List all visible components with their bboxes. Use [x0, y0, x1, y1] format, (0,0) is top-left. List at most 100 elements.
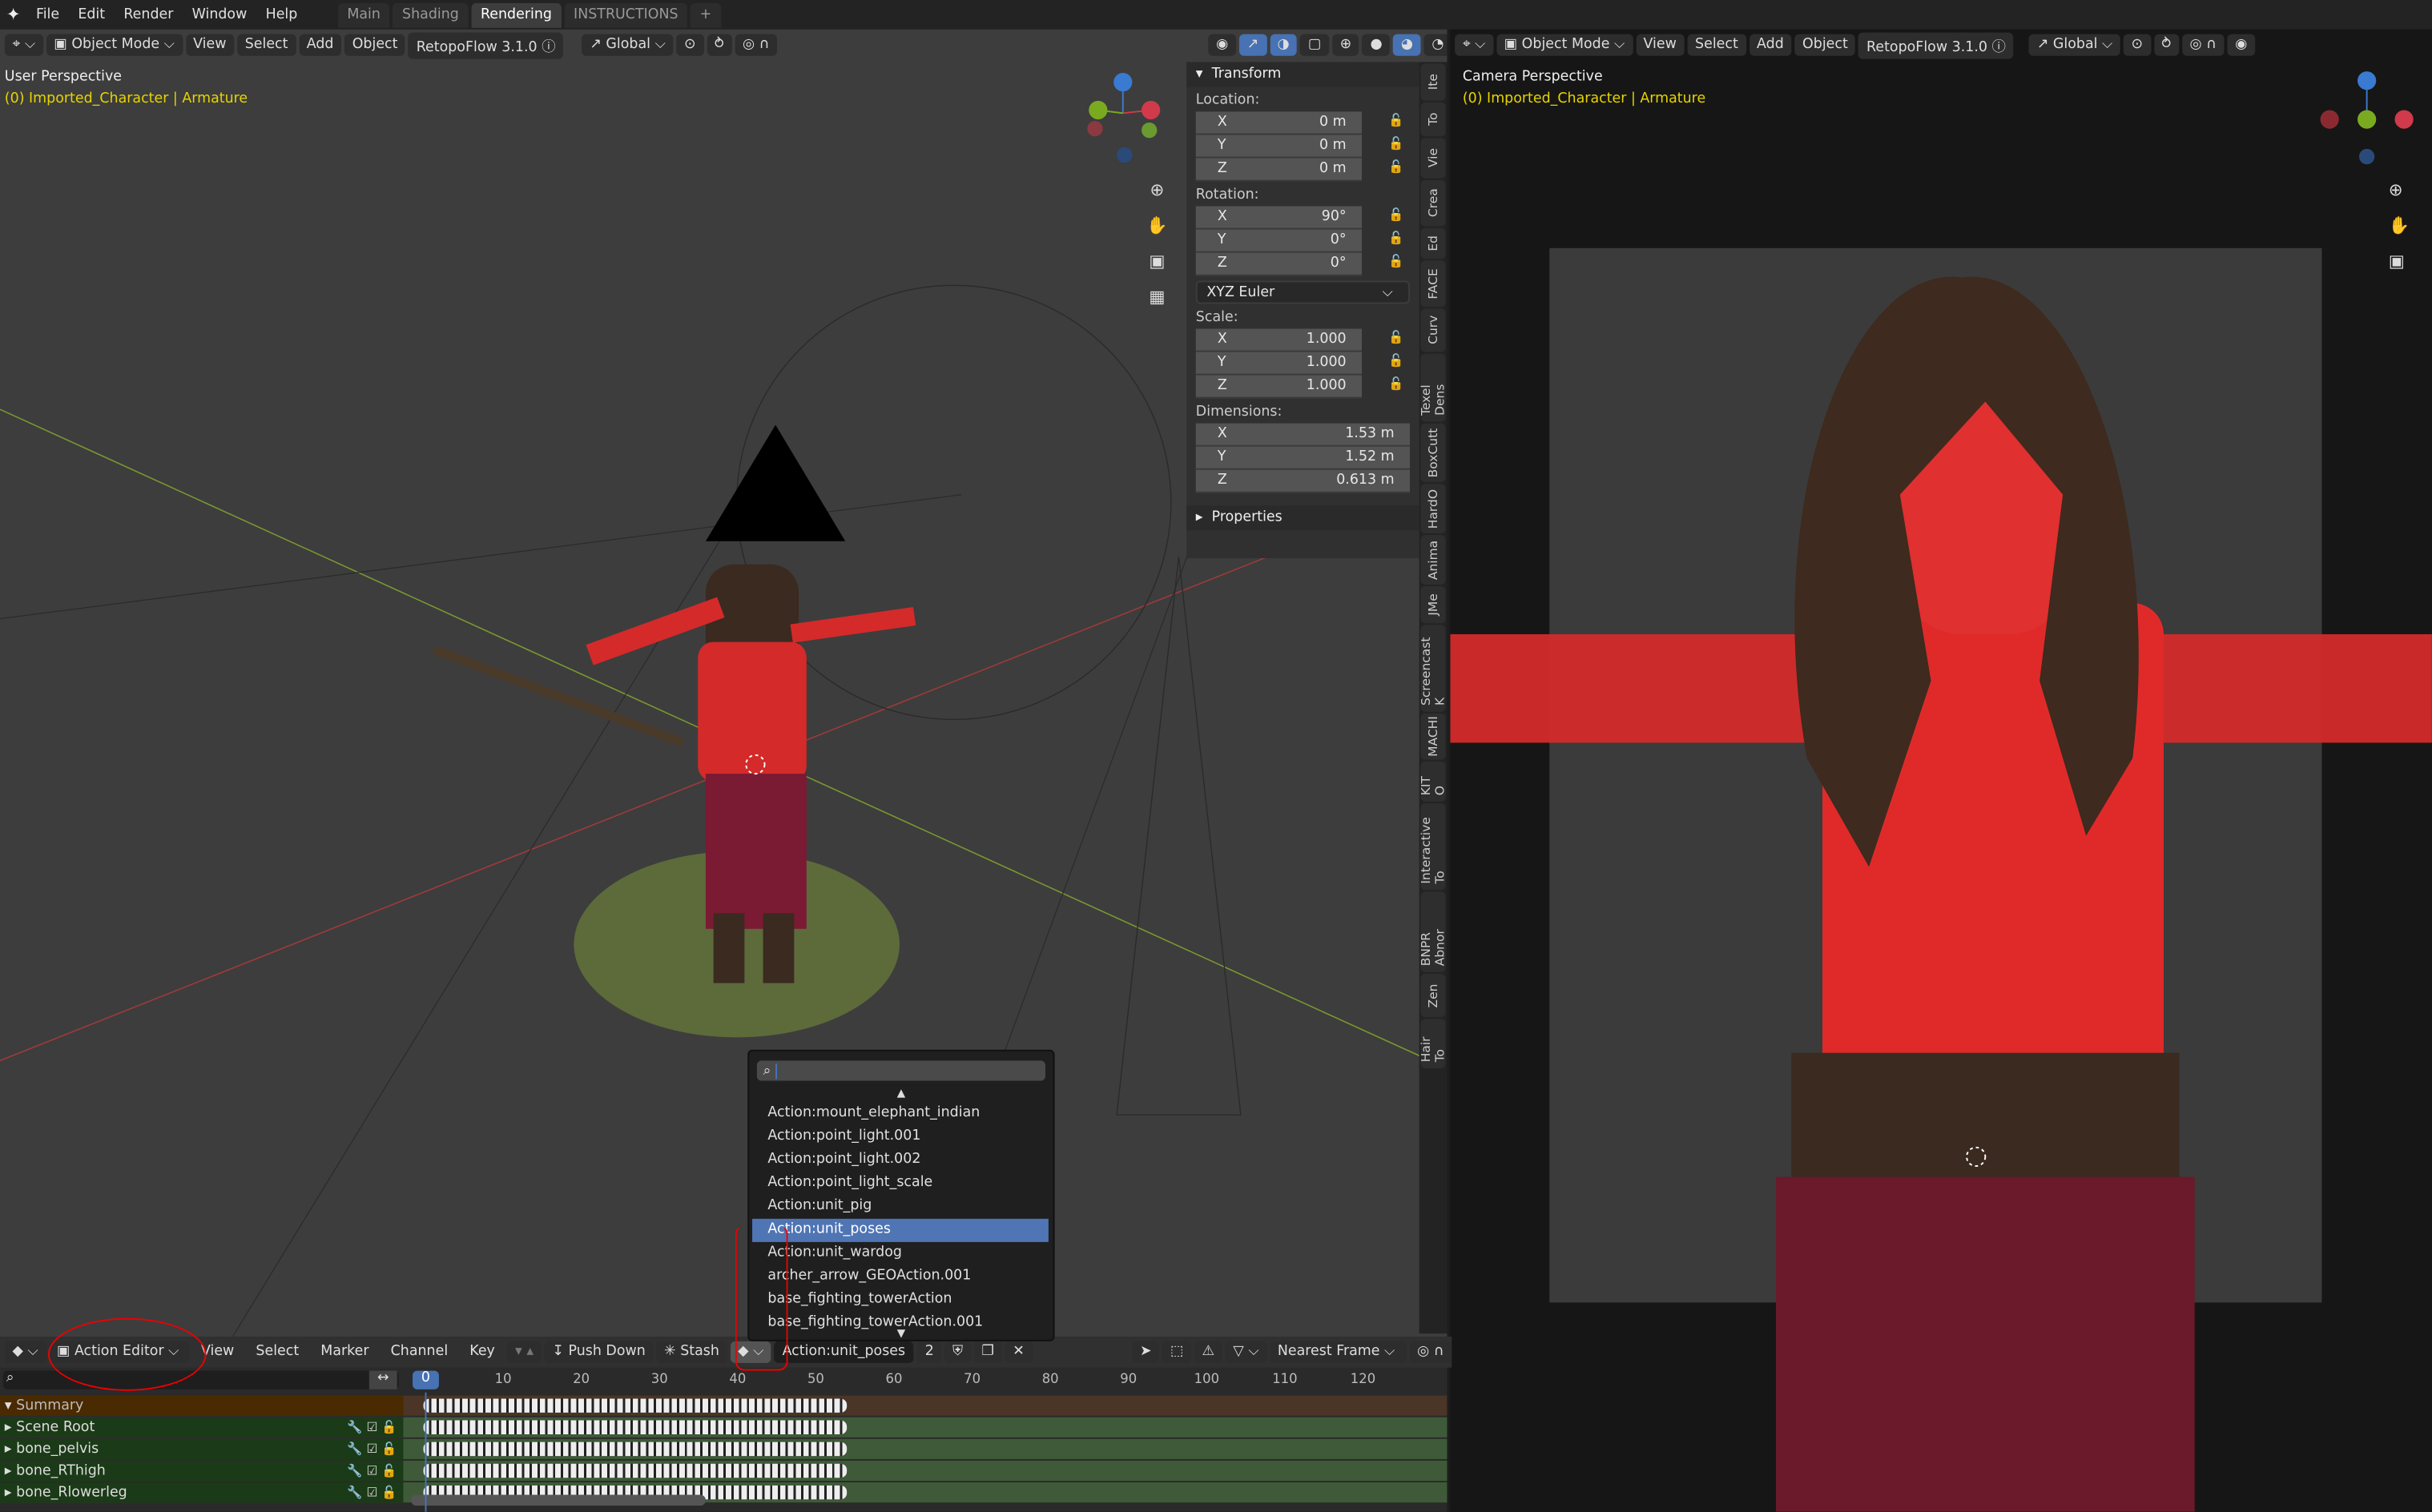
dimensions-x-field[interactable]: X 1.53 m	[1195, 423, 1411, 447]
channel-row[interactable]: ▸ bone_Rlowerleg 🔧 ☑ 🔓	[0, 1482, 1448, 1503]
gizmo-toggle[interactable]: ↗	[1238, 34, 1266, 56]
channel-row[interactable]: ▸ bone_pelvis 🔧 ☑ 🔓	[0, 1438, 1448, 1459]
zoom-icon[interactable]: ⊕	[2389, 172, 2410, 208]
keyframes[interactable]	[423, 1398, 848, 1413]
channel-name[interactable]: ▸ bone_RThigh 🔧 ☑ 🔓	[0, 1460, 404, 1482]
lock-icon[interactable]: 🔓	[1388, 376, 1403, 390]
wrench-icon[interactable]: 🔧	[347, 1486, 362, 1499]
expand-arrow-icon[interactable]: ▾	[5, 1397, 12, 1413]
keyframes[interactable]	[423, 1463, 848, 1478]
lock-icon[interactable]: 🔓	[1388, 113, 1403, 127]
transform-orientation-dropdown[interactable]: ↗ Global ⌵	[582, 34, 674, 56]
sidebar-tab[interactable]: Interactive To	[1419, 802, 1447, 891]
expand-arrow-icon[interactable]: ▸	[5, 1442, 12, 1457]
wrench-icon[interactable]: 🔧	[347, 1464, 362, 1478]
menu-select[interactable]: Select	[247, 1345, 308, 1360]
lock-icon[interactable]: 🔓	[381, 1486, 397, 1499]
dropdown-item[interactable]: Action:unit_wardog	[752, 1242, 1049, 1265]
lock-icon[interactable]: 🔓	[381, 1421, 397, 1434]
dropdown-search-input[interactable]: ⌕	[756, 1060, 1045, 1081]
channel-name[interactable]: ▸ Scene Root 🔧 ☑ 🔓	[0, 1417, 404, 1438]
menu-add[interactable]: Add	[1749, 34, 1792, 56]
pivot-dropdown[interactable]: ⊙	[2123, 34, 2151, 56]
lock-icon[interactable]: 🔓	[1388, 231, 1403, 244]
sidebar-tab[interactable]: Zen	[1420, 973, 1446, 1018]
lock-icon[interactable]: 🔓	[1388, 207, 1403, 221]
zoom-icon[interactable]: ⊕	[1145, 172, 1170, 208]
menu-object[interactable]: Object	[1794, 34, 1856, 56]
proportional-edit-toggle[interactable]: ◎ ∩	[2181, 34, 2225, 56]
camera-view-icon[interactable]: ▣	[1145, 243, 1170, 279]
menu-channel[interactable]: Channel	[381, 1345, 457, 1360]
sidebar-tab[interactable]: HardO	[1420, 484, 1446, 534]
action-users-count[interactable]: 2	[917, 1341, 942, 1363]
visibility-dropdown[interactable]: ◉	[1208, 34, 1237, 56]
dropdown-item[interactable]: Action:point_light_scale	[752, 1172, 1049, 1196]
sidebar-tab[interactable]: FACE	[1420, 260, 1446, 308]
lock-icon[interactable]: 🔓	[381, 1464, 397, 1478]
scale-y-field[interactable]: Y 1.000	[1195, 352, 1362, 376]
only-errors-icon[interactable]: ⚠	[1194, 1341, 1222, 1363]
pan-hand-icon[interactable]: ✋	[2389, 207, 2410, 243]
menu-edit[interactable]: Edit	[69, 7, 115, 22]
expand-arrow-icon[interactable]: ▸	[5, 1420, 12, 1435]
dropdown-item[interactable]: archer_arrow_GEOAction.001	[752, 1265, 1049, 1289]
properties-header[interactable]: ▸ Properties	[1186, 505, 1419, 531]
sidebar-tab[interactable]: Crea	[1420, 179, 1446, 227]
stash-button[interactable]: ✳ Stash	[656, 1341, 727, 1363]
sidebar-tab[interactable]: JMe	[1420, 585, 1446, 624]
lock-icon[interactable]: 🔓	[1388, 159, 1403, 173]
editor-type-button[interactable]: ◆ ⌵	[4, 1341, 46, 1363]
sync-icon[interactable]: ↔	[368, 1370, 397, 1389]
sidebar-tab[interactable]: Ed	[1420, 227, 1446, 259]
sidebar-tab[interactable]: Curv	[1420, 308, 1446, 352]
proportional-edit-toggle[interactable]: ◎ ∩	[735, 34, 778, 56]
object-mode-dropdown[interactable]: ▣ Object Mode ⌵	[46, 34, 183, 56]
sidebar-tab[interactable]: KIT O	[1419, 761, 1447, 802]
right-viewport[interactable]: ⌖ ⌵ ▣ Object Mode ⌵ View Select Add Obje…	[1450, 29, 2432, 1512]
lock-icon[interactable]: 🔓	[1388, 330, 1403, 344]
rotation-z-field[interactable]: Z 0°	[1195, 252, 1362, 276]
menu-view[interactable]: View	[185, 34, 235, 56]
playhead-line[interactable]	[425, 1392, 427, 1512]
menu-help[interactable]: Help	[256, 7, 307, 22]
sidebar-tab[interactable]: Ite	[1420, 63, 1446, 101]
retopoflow-dropdown[interactable]: RetopoFlow 3.1.0 ⓘ	[409, 31, 564, 58]
keyframes[interactable]	[423, 1442, 848, 1457]
rotation-y-field[interactable]: Y 0°	[1195, 229, 1362, 253]
lock-icon[interactable]: 🔓	[1388, 353, 1403, 367]
snap-toggle[interactable]: ⥁	[2153, 34, 2179, 56]
menu-select[interactable]: Select	[1687, 34, 1746, 56]
expand-arrow-icon[interactable]: ▸	[5, 1463, 12, 1478]
scroll-up-arrow-icon[interactable]: ▲	[749, 1087, 1053, 1102]
rotation-mode-dropdown[interactable]: XYZ Euler ⌵	[1195, 280, 1411, 304]
editor-type-button[interactable]: ⌖ ⌵	[4, 34, 43, 56]
help-icon[interactable]: ⓘ	[542, 39, 555, 54]
dropdown-item[interactable]: Action:unit_pig	[752, 1196, 1049, 1219]
channel-name[interactable]: ▾ Summary	[0, 1395, 404, 1416]
dropdown-item[interactable]: base_fighting_towerAction	[752, 1289, 1049, 1312]
ortho-grid-icon[interactable]: ▦	[1145, 279, 1170, 316]
shading-solid[interactable]: ●	[1362, 34, 1391, 56]
menu-render[interactable]: Render	[115, 7, 183, 22]
pan-hand-icon[interactable]: ✋	[1145, 207, 1170, 243]
channel-name[interactable]: ▸ bone_Rlowerleg 🔧 ☑ 🔓	[0, 1482, 404, 1503]
shading-rendered[interactable]: ◔	[1423, 34, 1448, 56]
lock-icon[interactable]: 🔓	[381, 1442, 397, 1456]
location-z-field[interactable]: Z0 m	[1195, 158, 1362, 182]
wrench-icon[interactable]: 🔧	[347, 1442, 362, 1456]
menu-add[interactable]: Add	[299, 34, 342, 56]
pivot-dropdown[interactable]: ⊙	[676, 34, 704, 56]
snap-toggle[interactable]: ⥁	[707, 34, 732, 56]
unlink-action-icon[interactable]: ✕	[1005, 1341, 1033, 1363]
fake-user-shield-icon[interactable]: ⛨	[944, 1341, 971, 1363]
shading-wireframe[interactable]: ⊕	[1331, 34, 1359, 56]
filter-icon[interactable]: ▽ ⌵	[1225, 1341, 1267, 1363]
visibility-dropdown[interactable]: ◉	[2227, 34, 2256, 56]
navigation-gizmo[interactable]	[2311, 70, 2420, 169]
sidebar-tab[interactable]: Screencast K	[1419, 625, 1447, 712]
menu-window[interactable]: Window	[183, 7, 256, 22]
menu-object[interactable]: Object	[344, 34, 406, 56]
menu-view[interactable]: View	[1635, 34, 1685, 56]
only-selected-icon[interactable]: ➤	[1132, 1341, 1160, 1363]
